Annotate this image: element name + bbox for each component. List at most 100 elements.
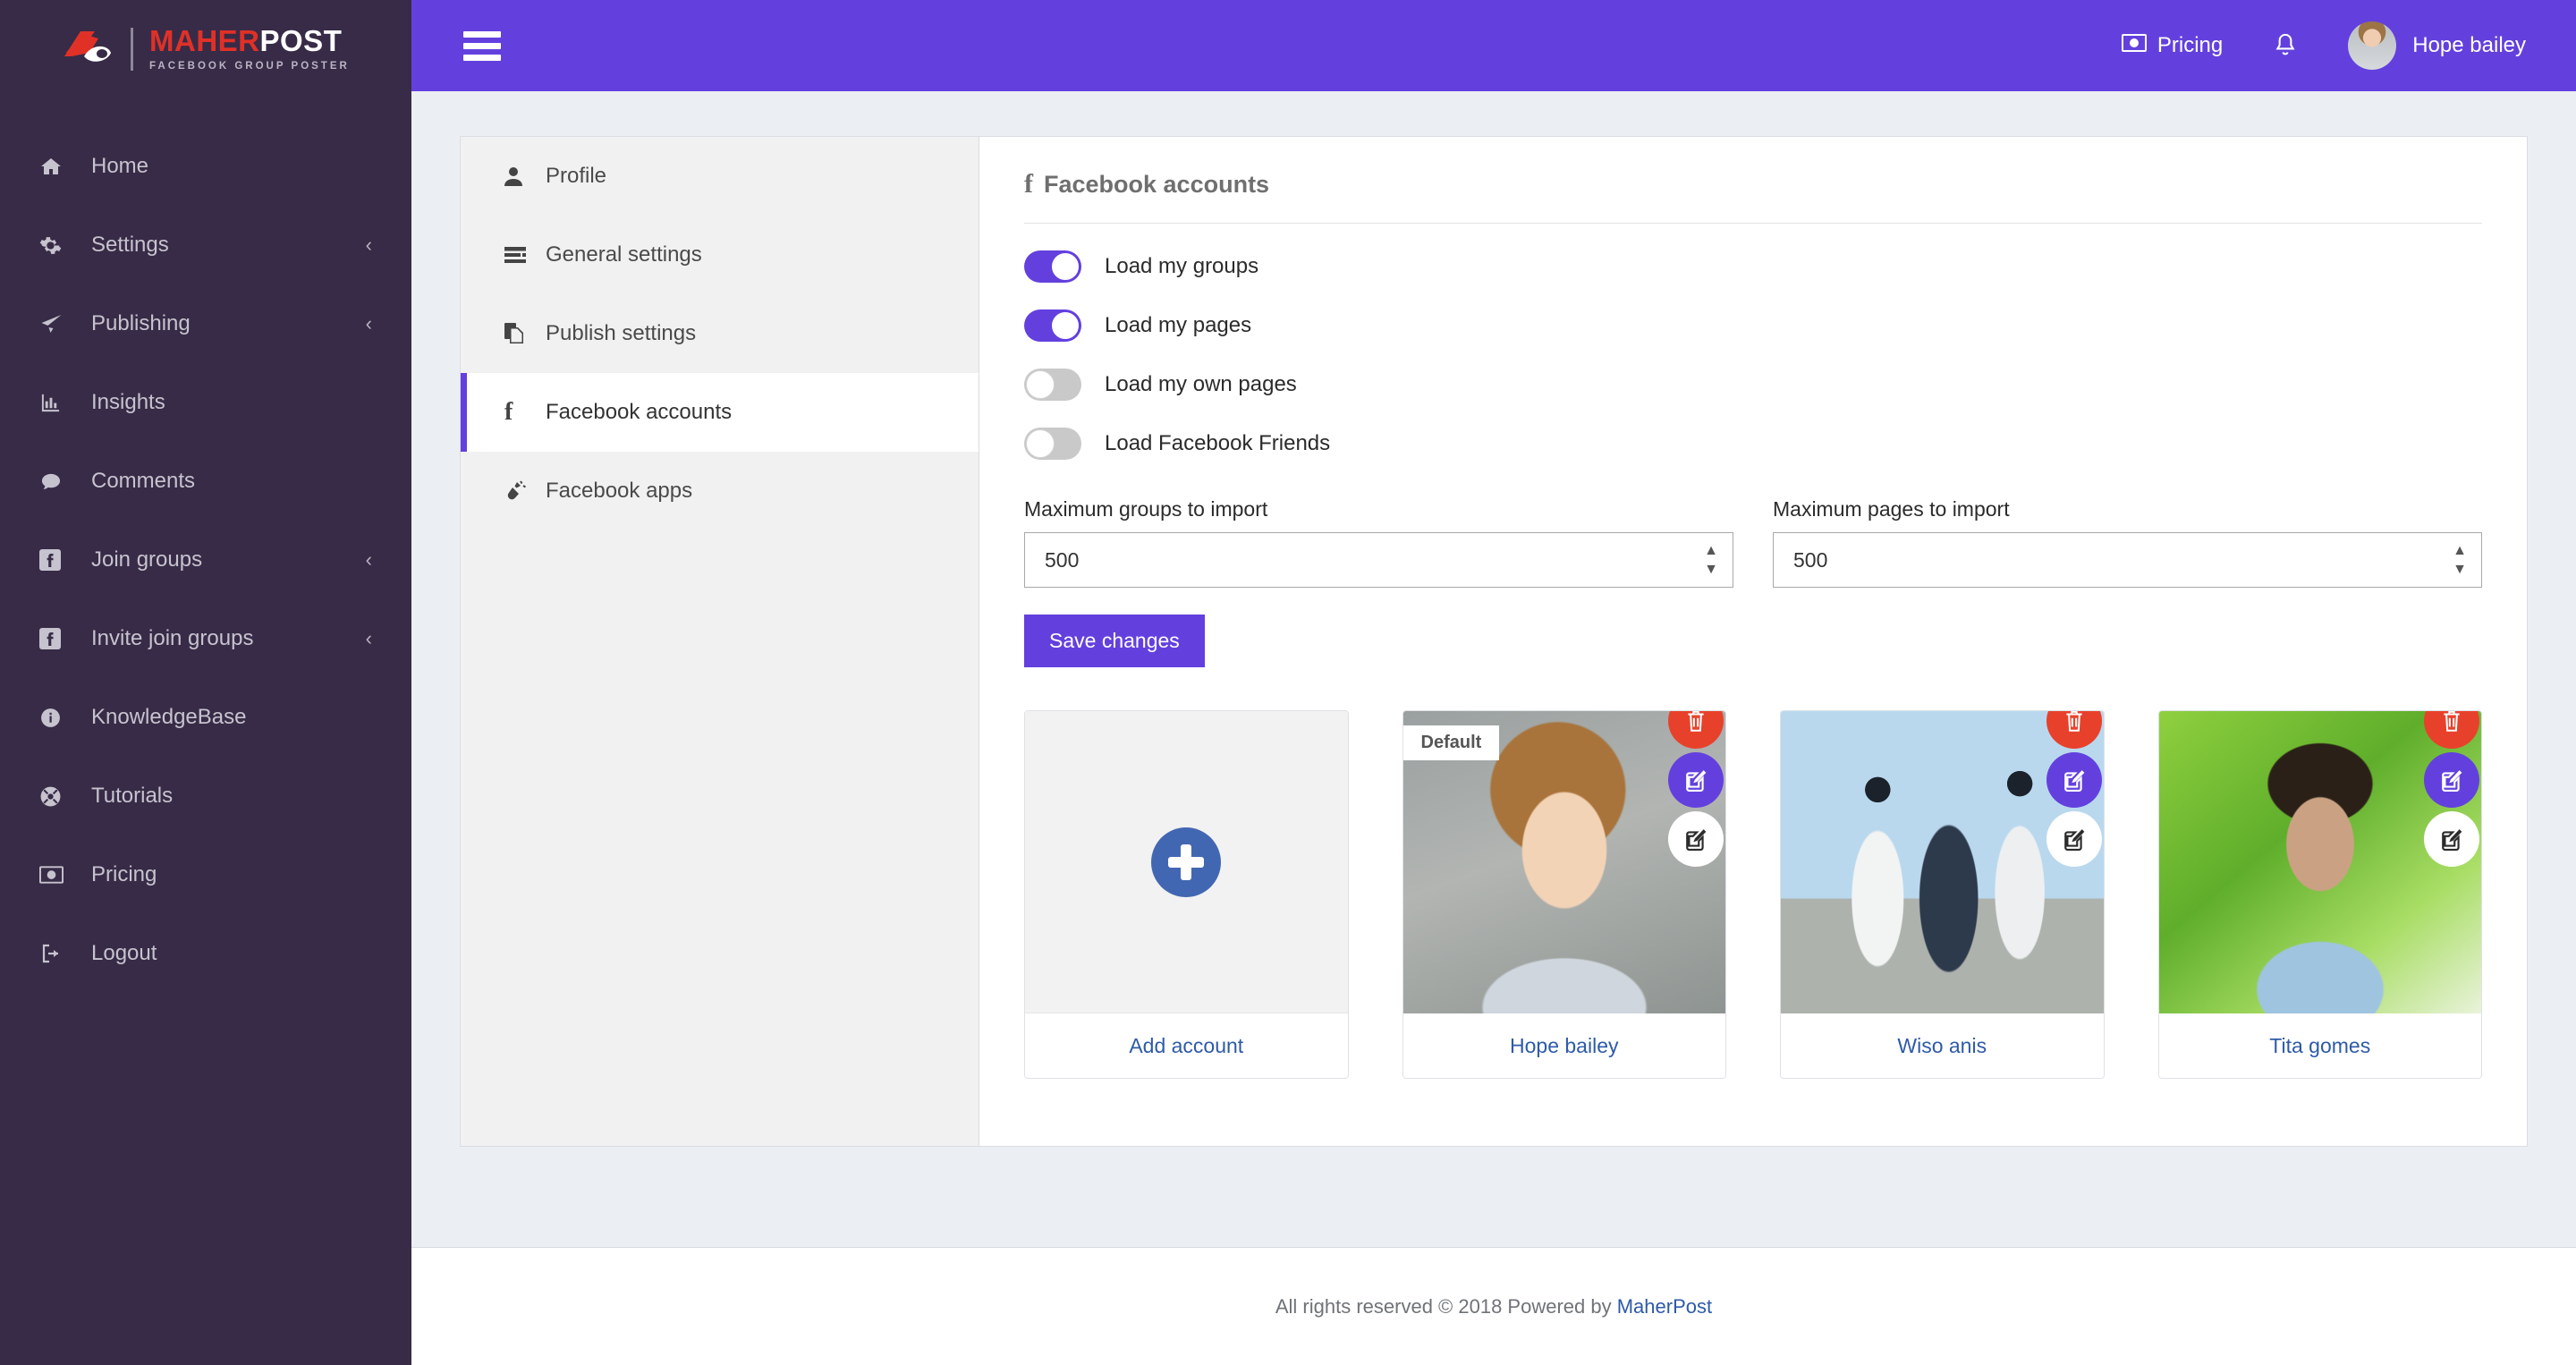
chevron-down-icon[interactable]: ▼ [1704,563,1718,577]
info-circle-icon [39,707,75,729]
trash-icon[interactable] [2424,711,2479,749]
sidebar-item-label: Join groups [91,547,366,572]
trash-icon[interactable] [2046,711,2102,749]
edit-square-icon[interactable] [2424,752,2479,808]
sidebar: MAHERPOST FACEBOOK GROUP POSTER Home Set… [0,0,411,1365]
add-account-card[interactable]: Add account [1024,710,1349,1079]
accounts-card-grid: Add account Default [1024,710,2482,1079]
toggle-load-facebook-friends[interactable] [1024,428,1081,460]
field-label: Maximum groups to import [1024,497,1733,521]
settings-panel: Profile General settings Publish setting… [460,136,2528,1147]
brand-logo[interactable]: MAHERPOST FACEBOOK GROUP POSTER [0,0,411,98]
brand-title: MAHERPOST [149,26,350,55]
toggle-row-load-my-pages: Load my pages [1024,309,2482,342]
max-pages-input[interactable]: 500 ▲ ▼ [1773,532,2482,588]
content-area: Profile General settings Publish setting… [411,91,2576,1247]
toggle-load-my-pages[interactable] [1024,309,1081,342]
pricing-label: Pricing [2157,33,2223,58]
field-label: Maximum pages to import [1773,497,2482,521]
toggle-label: Load my own pages [1105,372,1297,397]
sidebar-item-join-groups[interactable]: Join groups ‹ [0,521,411,599]
maherpost-logo-icon [59,26,118,72]
footer-link-maherpost[interactable]: MaherPost [1617,1295,1712,1318]
sidebar-item-label: Home [91,154,372,179]
chevron-up-icon[interactable]: ▲ [1704,544,1718,558]
sidebar-item-label: Tutorials [91,784,372,809]
sidebar-item-label: Pricing [91,862,372,887]
toggle-row-load-facebook-friends: Load Facebook Friends [1024,428,2482,460]
trash-icon[interactable] [1668,711,1724,749]
max-groups-stepper[interactable]: ▲ ▼ [1704,544,1718,577]
sidebar-item-pricing[interactable]: Pricing [0,835,411,914]
sidebar-item-label: Settings [91,233,366,258]
footer-text: All rights reserved © 2018 Powered by [1275,1295,1612,1318]
edit-square-outline-icon[interactable] [2046,811,2102,867]
account-name[interactable]: Tita gomes [2159,1013,2482,1078]
sidebar-item-settings[interactable]: Settings ‹ [0,206,411,284]
sidebar-item-home[interactable]: Home [0,127,411,206]
sign-out-icon [39,943,75,964]
account-name[interactable]: Hope bailey [1403,1013,1726,1078]
account-name[interactable]: Wiso anis [1781,1013,2104,1078]
sidebar-item-label: Insights [91,390,372,415]
settings-tab-list: Profile General settings Publish setting… [461,137,979,1146]
page-footer: All rights reserved © 2018 Powered by Ma… [411,1247,2576,1365]
user-name: Hope bailey [2412,33,2526,58]
sidebar-item-knowledgebase[interactable]: KnowledgeBase [0,678,411,757]
tab-publish-settings[interactable]: Publish settings [461,294,979,373]
max-pages-value: 500 [1793,548,2453,572]
gear-icon [39,234,75,257]
sidebar-item-label: Publishing [91,311,366,336]
max-groups-input[interactable]: 500 ▲ ▼ [1024,532,1733,588]
copy-icon [504,323,531,344]
chevron-left-icon: ‹ [366,312,372,335]
tab-general-settings[interactable]: General settings [461,216,979,294]
chevron-down-icon[interactable]: ▼ [2453,563,2467,577]
plus-circle-icon[interactable] [1151,827,1221,897]
sidebar-item-publishing[interactable]: Publishing ‹ [0,284,411,363]
account-card[interactable]: Default [1402,710,1727,1079]
bell-icon[interactable] [2273,32,2298,59]
max-pages-stepper[interactable]: ▲ ▼ [2453,544,2467,577]
edit-square-icon[interactable] [2046,752,2102,808]
field-max-pages: Maximum pages to import 500 ▲ ▼ [1773,497,2482,588]
tab-profile[interactable]: Profile [461,137,979,216]
brand-divider [131,28,133,71]
money-bill-icon [39,866,75,884]
toggle-load-my-own-pages[interactable] [1024,369,1081,401]
chevron-left-icon: ‹ [366,548,372,572]
tab-label: Facebook apps [546,479,692,504]
add-account-label[interactable]: Add account [1025,1013,1348,1078]
add-account-media [1025,711,1348,1013]
chevron-left-icon: ‹ [366,627,372,650]
account-photo [1781,711,2104,1013]
account-photo [2159,711,2482,1013]
tab-facebook-apps[interactable]: Facebook apps [461,452,979,530]
edit-square-icon[interactable] [1668,752,1724,808]
hamburger-icon[interactable] [463,26,504,66]
avatar [2348,21,2396,70]
toggle-load-my-groups[interactable] [1024,250,1081,283]
pricing-link[interactable]: Pricing [2122,33,2223,58]
user-menu[interactable]: Hope bailey [2348,21,2526,70]
main-column: Pricing Hope bailey [411,0,2576,1365]
tab-facebook-accounts[interactable]: f Facebook accounts [461,373,979,452]
chevron-up-icon[interactable]: ▲ [2453,544,2467,558]
sidebar-item-tutorials[interactable]: Tutorials [0,757,411,835]
save-changes-button[interactable]: Save changes [1024,615,1205,667]
tab-label: Profile [546,164,606,189]
sidebar-item-label: Logout [91,941,372,966]
sidebar-item-insights[interactable]: Insights [0,363,411,442]
tab-label: General settings [546,242,702,267]
edit-square-outline-icon[interactable] [1668,811,1724,867]
account-card[interactable]: Wiso anis [1780,710,2105,1079]
account-actions [1668,711,1725,867]
sidebar-item-invite-join-groups[interactable]: Invite join groups ‹ [0,599,411,678]
sidebar-item-comments[interactable]: Comments [0,442,411,521]
max-groups-value: 500 [1045,548,1704,572]
sidebar-nav: Home Settings ‹ Publishing ‹ [0,127,411,993]
sidebar-item-logout[interactable]: Logout [0,914,411,993]
account-card[interactable]: Tita gomes [2158,710,2483,1079]
account-photo: Default [1403,711,1726,1013]
edit-square-outline-icon[interactable] [2424,811,2479,867]
